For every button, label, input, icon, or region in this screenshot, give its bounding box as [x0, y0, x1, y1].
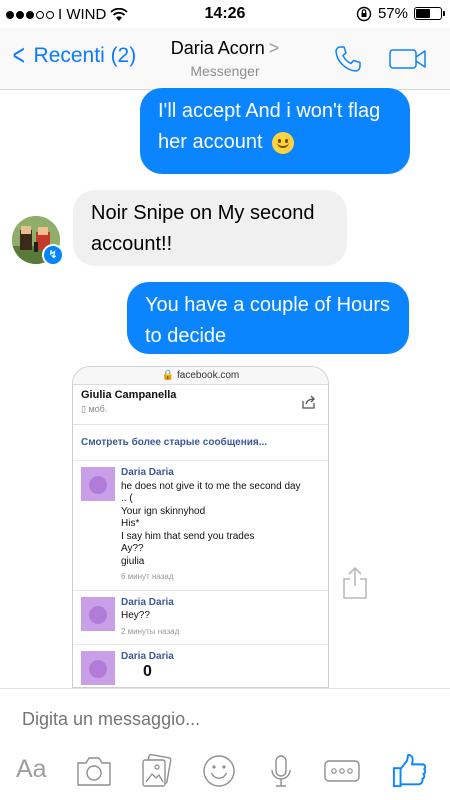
messenger-badge-icon: ↯: [42, 244, 64, 266]
contact-title[interactable]: Daria Acorn > Messenger: [0, 38, 450, 79]
screenshot-line: 0: [143, 662, 152, 680]
composer-toolbar: Aa: [0, 749, 450, 793]
conversation-header: < Recenti (2) Daria Acorn > Messenger: [0, 28, 450, 90]
screenshot-line: Hey??: [121, 610, 150, 621]
chevron-right-icon: >: [268, 38, 280, 58]
battery-fill: [416, 9, 430, 18]
text-format-button[interactable]: Aa: [16, 755, 47, 791]
screenshot-device-label: моб.: [88, 404, 108, 414]
screenshot-thread-name: Giulia Campanella: [81, 389, 177, 401]
screenshot-older-messages-link: Смотреть более старые сообщения...: [73, 425, 328, 461]
contact-name: Daria Acorn: [170, 38, 265, 58]
message-composer: Aa: [0, 688, 450, 800]
like-thumbs-up-icon[interactable]: [390, 753, 430, 789]
sticker-smiley-icon[interactable]: [201, 753, 237, 789]
status-right: 57%: [356, 5, 445, 22]
screenshot-line: Ay??: [121, 543, 144, 554]
message-bubble-incoming[interactable]: Noir Snipe on My second account!!: [73, 190, 347, 266]
screenshot-time: 2 минуты назад: [121, 626, 180, 636]
screenshot-time: 6 минут назад: [121, 572, 174, 581]
message-bubble-outgoing[interactable]: I'll accept And i won't flag her account: [140, 88, 410, 174]
status-bar: I WIND 14:26 57%: [0, 0, 450, 28]
screenshot-line: he does not give it to me the second day: [121, 480, 301, 492]
screenshot-message-item: Daria Daria 0: [73, 645, 328, 687]
screenshot-url-bar: 🔒 facebook.com: [73, 367, 328, 385]
message-text: Noir Snipe on My second account!!: [91, 202, 315, 255]
video-call-icon[interactable]: [388, 46, 428, 72]
contact-subtitle: Messenger: [190, 63, 260, 79]
message-text: I'll accept And i won't flag her account: [158, 100, 381, 153]
shared-screenshot-image[interactable]: 🔒 facebook.com Giulia Campanella ▯ моб. …: [72, 366, 329, 688]
screenshot-author: Daria Daria: [121, 596, 174, 608]
screenshot-line: .. (: [121, 493, 133, 504]
screenshot-line: Your ign skinnyhod: [121, 505, 206, 517]
battery-percent: 57%: [377, 5, 408, 22]
share-icon[interactable]: [342, 566, 368, 600]
message-input[interactable]: [22, 709, 422, 730]
microphone-icon[interactable]: [266, 753, 296, 789]
battery-icon: [414, 7, 445, 20]
smiling-face-emoji-icon: [272, 131, 295, 154]
screenshot-url: facebook.com: [176, 370, 240, 381]
mobile-device-icon: ▯: [81, 404, 86, 414]
message-bubble-outgoing[interactable]: You have a couple of Hours to decide: [127, 282, 409, 354]
screenshot-author: Daria Daria: [121, 467, 174, 478]
screenshot-line: giulia: [121, 555, 145, 567]
rotation-lock-icon: [356, 6, 372, 21]
screenshot-avatar: [81, 651, 115, 685]
screenshot-line: I say him that send you trades: [121, 530, 255, 542]
screenshot-line: His*: [121, 518, 140, 529]
lock-icon: 🔒: [161, 370, 175, 381]
more-options-icon[interactable]: [322, 753, 362, 789]
photo-gallery-icon[interactable]: [138, 753, 174, 789]
screenshot-avatar: [81, 596, 115, 631]
phone-call-icon[interactable]: [333, 44, 363, 74]
screenshot-author: Daria Daria: [121, 651, 174, 662]
screenshot-message-item: Daria Daria he does not give it to me th…: [73, 461, 328, 591]
screenshot-thread-header: Giulia Campanella ▯ моб.: [73, 385, 328, 425]
screenshot-message-item: Daria Daria Hey?? 2 минуты назад: [73, 591, 328, 645]
screenshot-avatar: [81, 467, 115, 501]
screenshot-thread-sub: ▯ моб.: [81, 404, 320, 415]
camera-icon[interactable]: [74, 753, 114, 789]
message-text: You have a couple of Hours to decide: [145, 294, 390, 347]
screenshot-share-icon: [302, 395, 315, 409]
